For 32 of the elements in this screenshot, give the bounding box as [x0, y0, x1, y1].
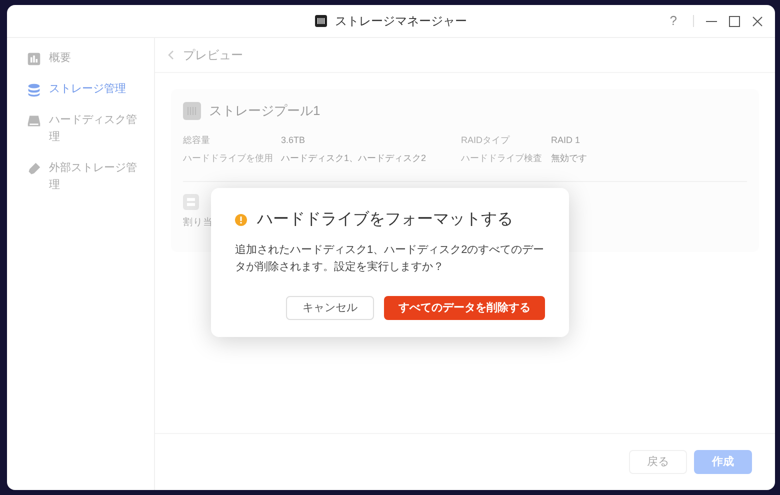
delete-all-button[interactable]: すべてのデータを削除する — [384, 296, 545, 320]
dialog-message: 追加されたハードディスク1、ハードディスク2のすべてのデータが削除されます。設定を実行しますか？ — [235, 243, 546, 275]
field-label: ハードドライブを使用 — [183, 152, 274, 164]
sidebar-item[interactable]: 概要 — [27, 50, 146, 67]
pool-title: ストレージプール1 — [209, 102, 320, 120]
sidebar-item[interactable]: ストレージ管理 — [27, 81, 146, 98]
field-value: ハードディスク1、ハードディスク2 — [281, 152, 428, 164]
volume-icon — [183, 194, 199, 210]
cancel-button[interactable]: キャンセル — [286, 296, 374, 320]
storage-pool-icon — [183, 102, 201, 120]
dialog-title: ハードドライブをフォーマットする — [257, 210, 513, 230]
field-label: ハードドライブ検査 — [461, 152, 543, 164]
field-label: 総容量 — [183, 134, 211, 146]
help-button[interactable]: ? — [666, 11, 681, 31]
drive-icon — [27, 114, 41, 128]
database-icon — [27, 83, 41, 97]
field-value: 3.6TB — [281, 134, 306, 146]
field-value: 無効です — [551, 152, 588, 164]
volume-label: 割り当 — [183, 216, 213, 230]
sidebar-item[interactable]: 外部ストレージ管理 — [27, 160, 146, 194]
window-title: ストレージマネージャー — [335, 13, 467, 30]
field-label: RAIDタイプ — [461, 134, 511, 146]
field-value: RAID 1 — [551, 134, 582, 146]
page-title: プレビュー — [183, 47, 243, 64]
chart-icon — [27, 52, 41, 66]
maximize-icon[interactable] — [729, 16, 740, 26]
create-button[interactable]: 作成 — [694, 450, 752, 474]
warning-icon — [235, 214, 247, 226]
back-button[interactable]: 戻る — [629, 450, 687, 474]
app-icon — [315, 15, 327, 27]
sidebar-item[interactable]: ハードディスク管理 — [27, 112, 146, 146]
close-icon[interactable] — [752, 16, 763, 26]
